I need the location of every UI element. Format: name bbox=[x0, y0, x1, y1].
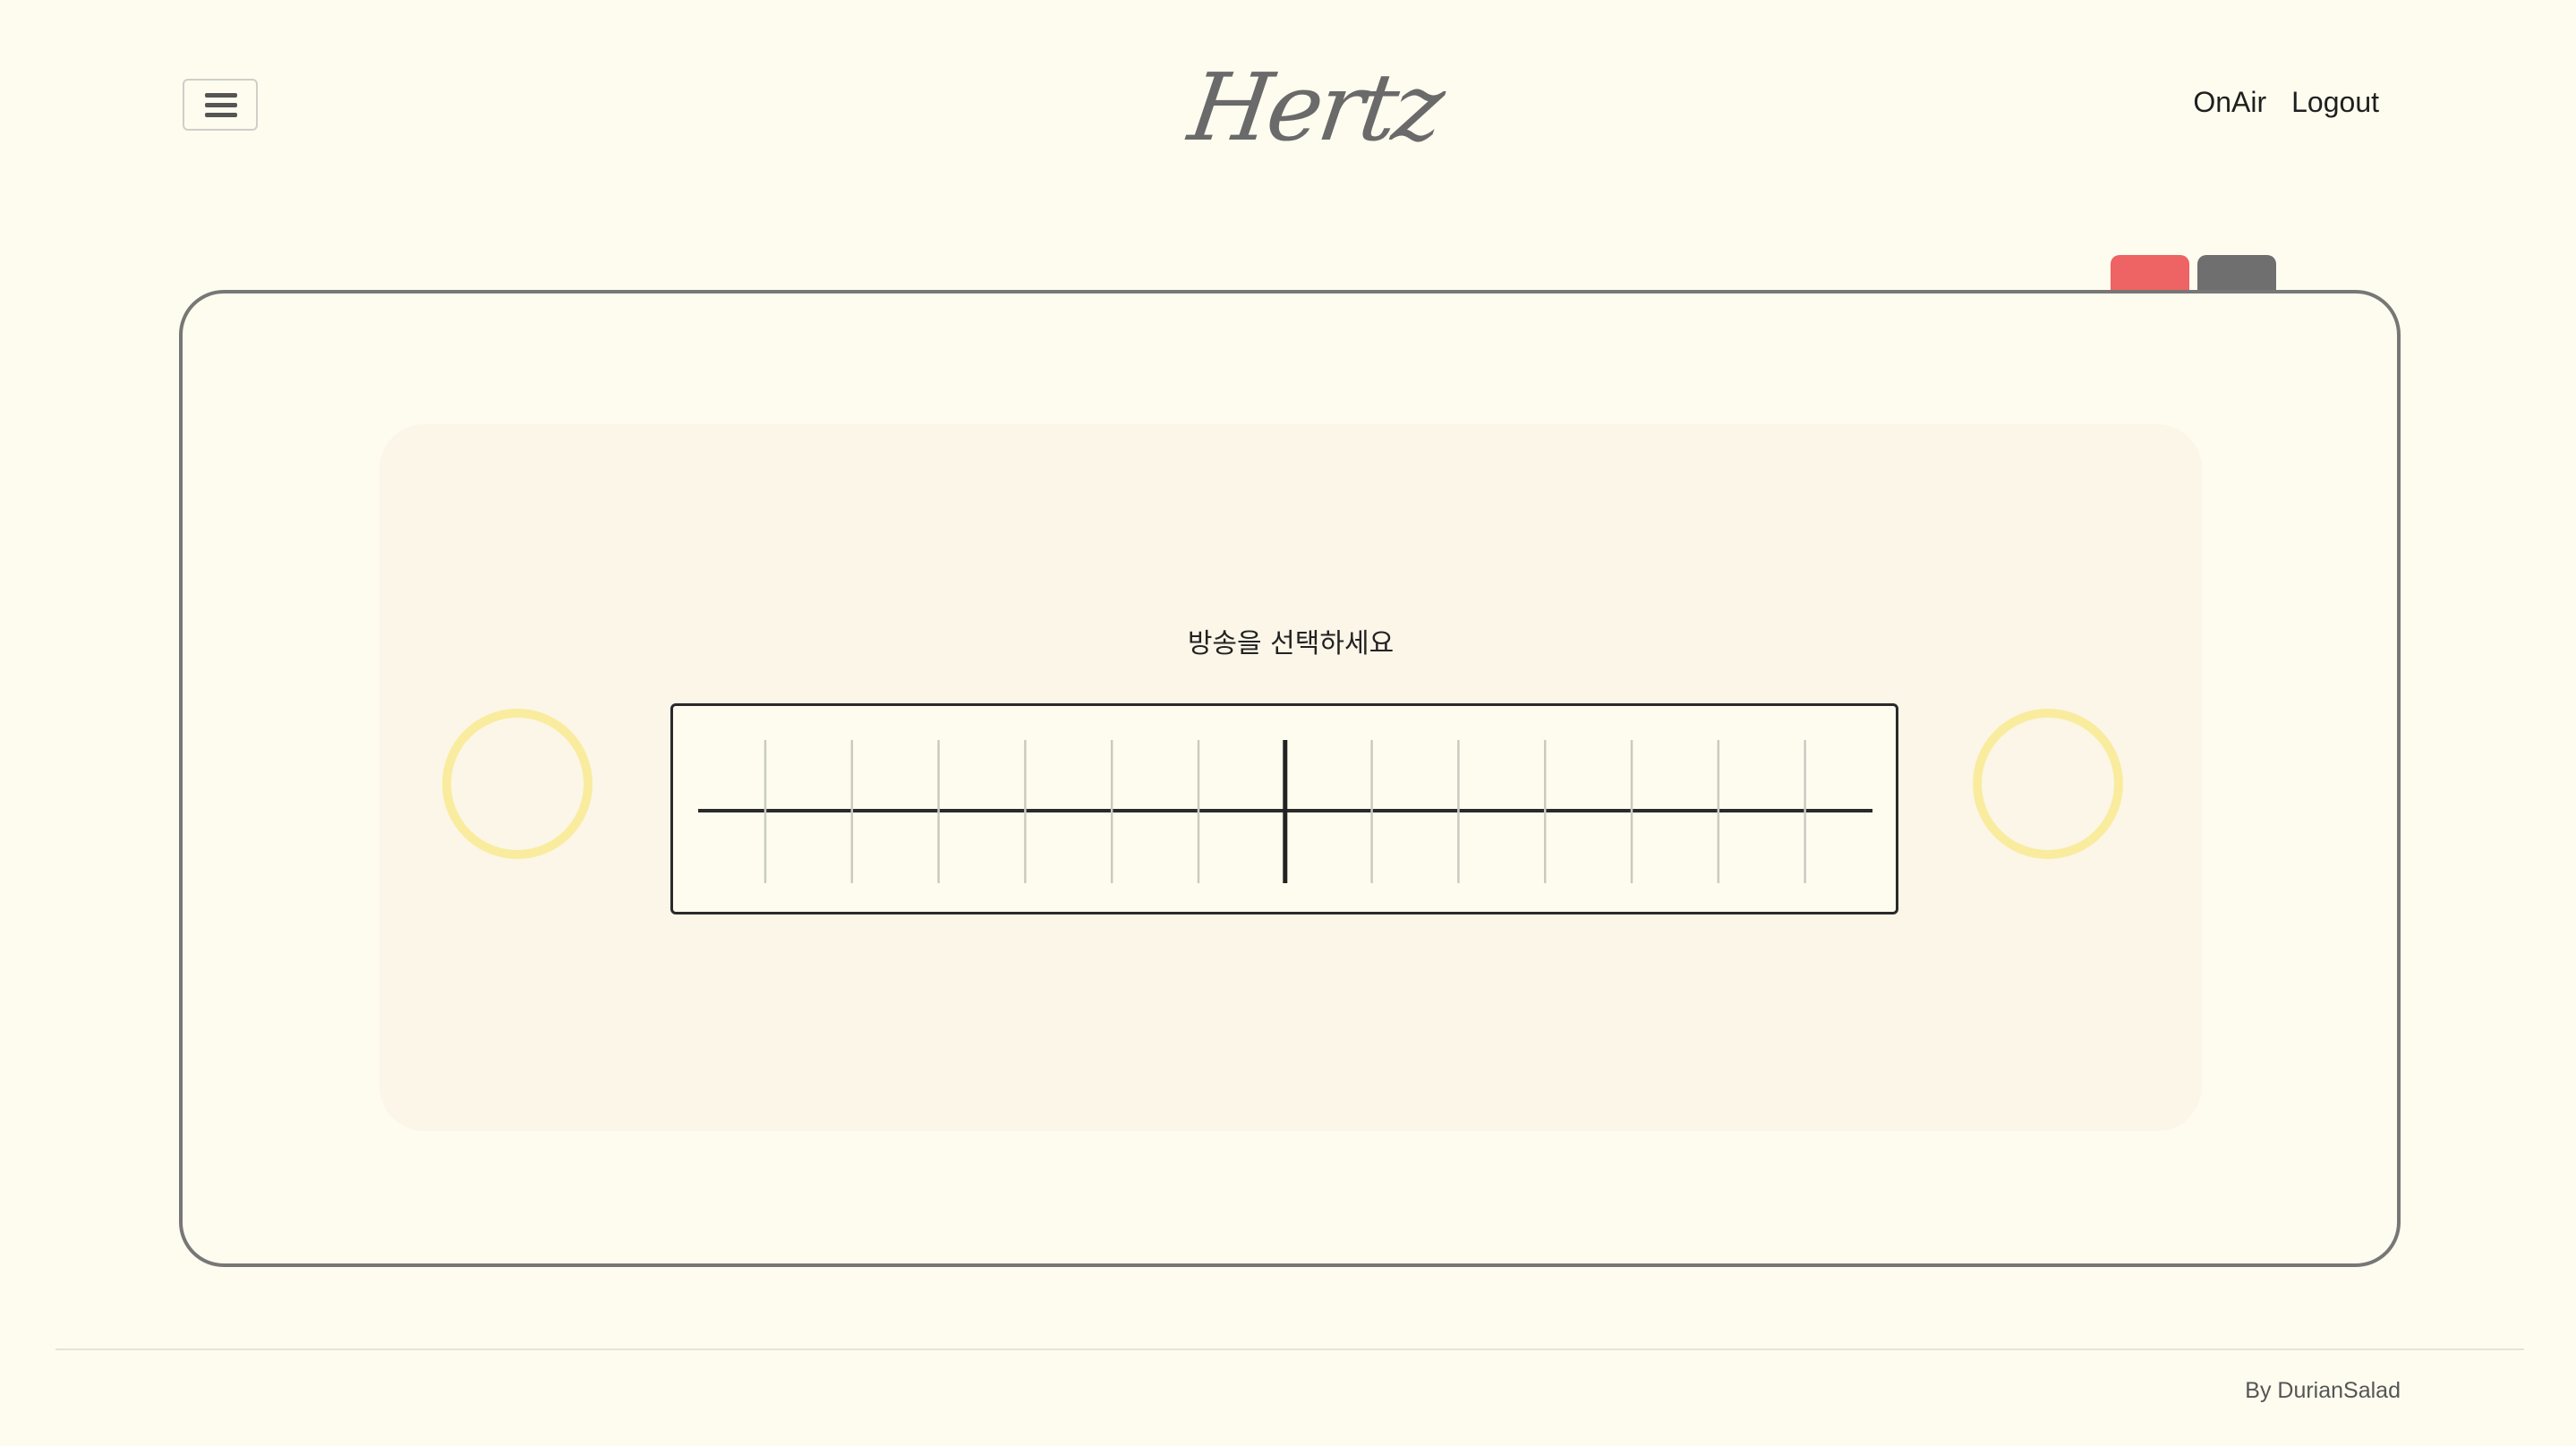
mode-button[interactable] bbox=[2197, 255, 2276, 293]
nav-onair-link[interactable]: OnAir bbox=[2193, 86, 2266, 119]
header: Hertz OnAir Logout bbox=[0, 0, 2576, 215]
logo[interactable]: Hertz bbox=[1182, 53, 1447, 162]
tuner-dial[interactable] bbox=[670, 703, 1898, 914]
right-knob[interactable] bbox=[1973, 709, 2123, 859]
nav-logout-link[interactable]: Logout bbox=[2291, 86, 2379, 119]
tuner-dial-graphic bbox=[698, 740, 1872, 883]
hamburger-menu-icon-bar bbox=[205, 113, 237, 117]
left-knob[interactable] bbox=[442, 709, 593, 859]
power-button[interactable] bbox=[2111, 255, 2189, 293]
hamburger-menu-icon-bar bbox=[205, 103, 237, 107]
hamburger-menu-icon bbox=[205, 93, 237, 98]
menu-button[interactable] bbox=[183, 79, 258, 131]
footer-credit: By DurianSalad bbox=[2245, 1378, 2401, 1403]
footer-divider bbox=[55, 1348, 2524, 1350]
top-nav: OnAir Logout bbox=[2193, 86, 2379, 119]
select-broadcast-prompt: 방송을 선택하세요 bbox=[1187, 628, 1395, 659]
radio-panel: 방송을 선택하세요 bbox=[380, 424, 2202, 1131]
